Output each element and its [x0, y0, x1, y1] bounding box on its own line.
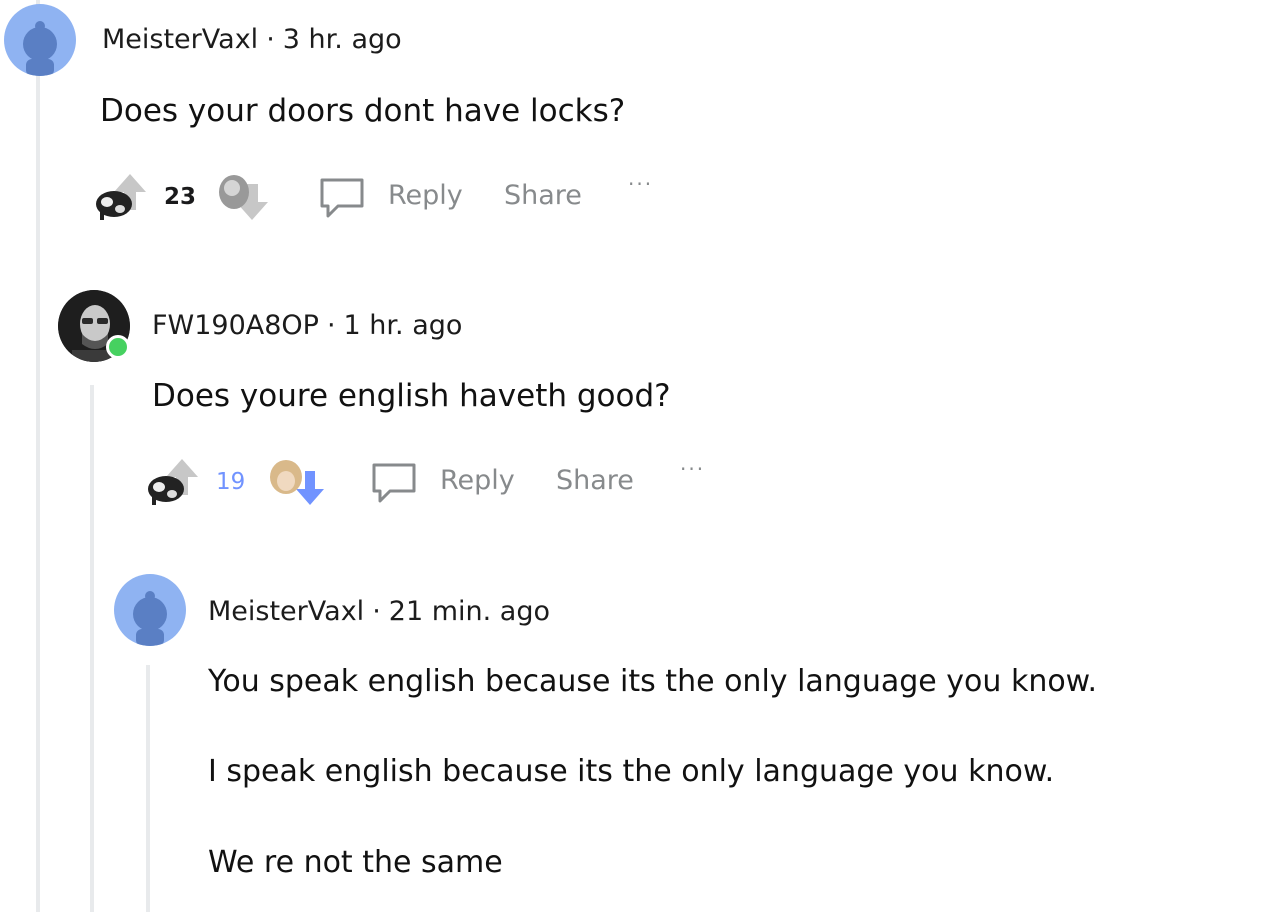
thread-line-level-1[interactable]	[36, 0, 40, 912]
speech-bubble-icon[interactable]	[318, 176, 366, 220]
comment-meta: MeisterVaxl · 3 hr. ago	[102, 24, 402, 55]
comment-meta: MeisterVaxl · 21 min. ago	[208, 596, 550, 627]
share-button[interactable]: Share	[504, 180, 582, 211]
username-link[interactable]: MeisterVaxl	[102, 24, 258, 55]
downvote-arrow-icon[interactable]	[264, 457, 324, 507]
comment-meta: FW190A8OP · 1 hr. ago	[152, 310, 462, 341]
more-options-button[interactable]: ···	[628, 172, 653, 196]
upvote-arrow-icon[interactable]	[142, 457, 202, 507]
comment-timestamp[interactable]: 21 min. ago	[389, 596, 550, 627]
vote-score: 23	[164, 184, 197, 210]
vote-score: 19	[216, 469, 246, 495]
upvote-arrow-icon[interactable]	[90, 172, 150, 222]
comment-body: Does your doors dont have locks?	[100, 93, 626, 129]
reddit-snoo-avatar-icon[interactable]	[4, 4, 76, 76]
reply-button[interactable]: Reply	[440, 465, 515, 496]
meta-separator: ·	[326, 310, 336, 341]
comment-body: Does youre english haveth good?	[152, 378, 671, 414]
thread-line-level-3[interactable]	[146, 665, 150, 912]
reddit-snoo-avatar-icon[interactable]	[114, 574, 186, 646]
comment-body-line-2: I speak english because its the only lan…	[208, 754, 1055, 789]
comment-actions: 23 Reply Share ···	[90, 172, 690, 222]
comment-body-line-3: We re not the same	[208, 845, 503, 880]
username-link[interactable]: MeisterVaxl	[208, 596, 364, 627]
share-button[interactable]: Share	[556, 465, 634, 496]
comment-actions: 19 Reply Share ···	[142, 457, 742, 507]
comment-timestamp[interactable]: 1 hr. ago	[344, 310, 463, 341]
more-options-button[interactable]: ···	[680, 457, 705, 481]
comment-body-line-1: You speak english because its the only l…	[208, 664, 1097, 699]
online-status-icon	[106, 335, 130, 359]
speech-bubble-icon[interactable]	[370, 461, 418, 505]
downvote-arrow-icon[interactable]	[212, 172, 272, 222]
thread-line-level-2[interactable]	[90, 385, 94, 912]
username-link[interactable]: FW190A8OP	[152, 310, 319, 341]
meta-separator: ·	[372, 596, 381, 627]
reply-button[interactable]: Reply	[388, 180, 463, 211]
comment-timestamp[interactable]: 3 hr. ago	[283, 24, 402, 55]
meta-separator: ·	[266, 24, 275, 55]
